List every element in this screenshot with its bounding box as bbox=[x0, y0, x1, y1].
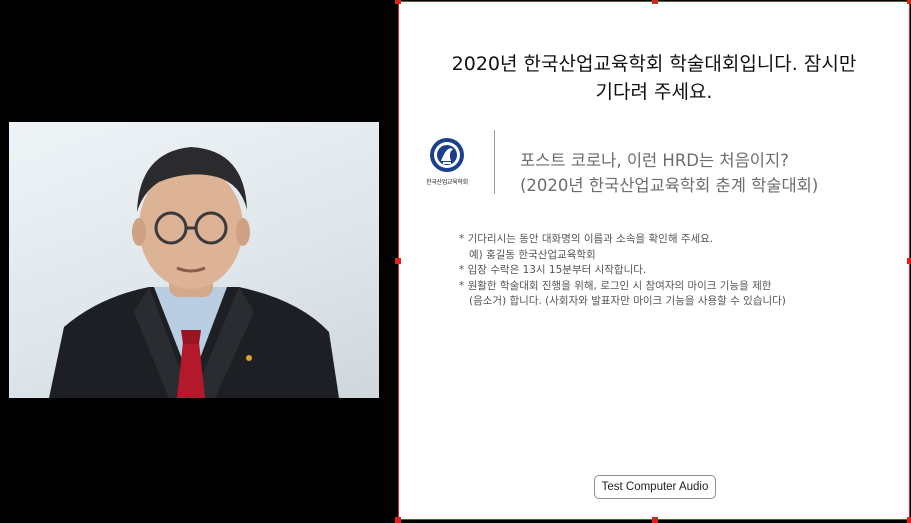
event-title: 포스트 코로나, 이런 HRD는 처음이지? (2020년 한국산업교육학회 춘… bbox=[520, 148, 818, 198]
divider bbox=[494, 130, 495, 194]
waiting-title: 2020년 한국산업교육학회 학술대회입니다. 잠시만 기다려 주세요. bbox=[399, 50, 909, 106]
event-title-line: 포스트 코로나, 이런 HRD는 처음이지? bbox=[520, 151, 789, 170]
waiting-room-panel: 2020년 한국산업교육학회 학술대회입니다. 잠시만 기다려 주세요. 한국산… bbox=[395, 0, 911, 523]
participant-figure bbox=[49, 147, 339, 398]
note-line: (음소거) 합니다. (사회자와 발표자만 마이크 기능을 사용할 수 있습니다… bbox=[469, 295, 786, 307]
video-pane bbox=[0, 0, 398, 522]
logo-text: 한국산업교육학회 bbox=[426, 179, 468, 186]
note-line: * 입장 수락은 13시 15분부터 시작합니다. bbox=[459, 264, 647, 276]
note-line: * 기다리시는 동안 대화명의 이름과 소속을 확인해 주세요. bbox=[459, 233, 714, 245]
resize-handle[interactable] bbox=[652, 0, 658, 4]
society-logo: 한국산업교육학회 bbox=[421, 137, 473, 193]
participant-video[interactable] bbox=[9, 122, 379, 398]
note-line: 예) 홍길동 한국산업교육학회 bbox=[469, 248, 596, 261]
event-subtitle-line: (2020년 한국산업교육학회 춘계 학술대회) bbox=[520, 176, 819, 195]
resize-handle[interactable] bbox=[907, 517, 911, 523]
waiting-title-line: 2020년 한국산업교육학회 학술대회입니다. 잠시만 bbox=[451, 53, 857, 75]
resize-handle[interactable] bbox=[652, 517, 658, 523]
test-computer-audio-button[interactable]: Test Computer Audio bbox=[594, 475, 716, 499]
society-emblem-icon bbox=[430, 138, 464, 172]
note-line: * 원활한 학술대회 진행을 위해, 로그인 시 참여자의 마이크 기능을 제한 bbox=[459, 279, 772, 292]
resize-handle[interactable] bbox=[395, 517, 401, 523]
resize-handle[interactable] bbox=[907, 258, 911, 264]
resize-handle[interactable] bbox=[395, 258, 401, 264]
waiting-notes: * 기다리시는 동안 대화명의 이름과 소속을 확인해 주세요. 예) 홍길동 … bbox=[459, 232, 786, 310]
waiting-title-line: 기다려 주세요. bbox=[595, 81, 713, 103]
resize-handle[interactable] bbox=[395, 0, 401, 4]
resize-handle[interactable] bbox=[907, 0, 911, 4]
